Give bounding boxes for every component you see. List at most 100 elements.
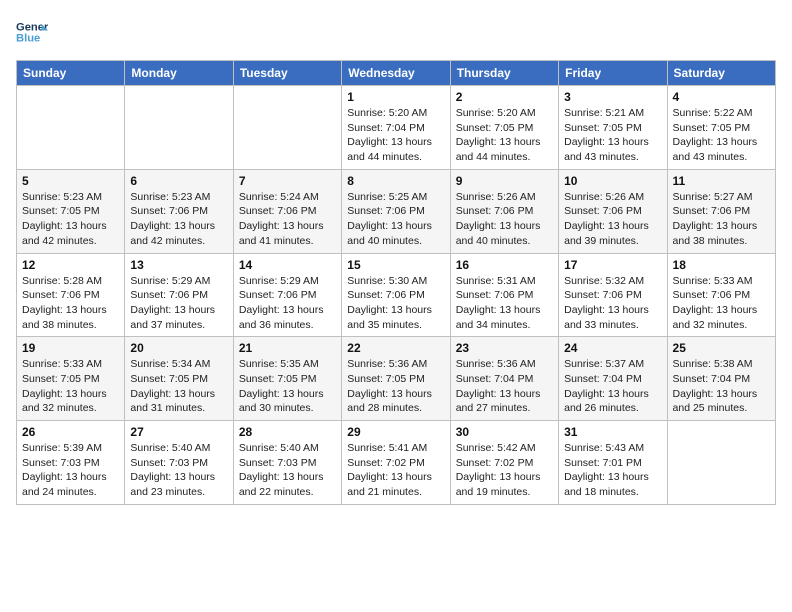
- day-info: Sunrise: 5:29 AM Sunset: 7:06 PM Dayligh…: [239, 274, 336, 333]
- day-info: Sunrise: 5:33 AM Sunset: 7:06 PM Dayligh…: [673, 274, 770, 333]
- day-info: Sunrise: 5:38 AM Sunset: 7:04 PM Dayligh…: [673, 357, 770, 416]
- day-info: Sunrise: 5:26 AM Sunset: 7:06 PM Dayligh…: [456, 190, 553, 249]
- day-number: 22: [347, 341, 444, 355]
- day-number: 2: [456, 90, 553, 104]
- day-number: 1: [347, 90, 444, 104]
- calendar-cell: [125, 86, 233, 170]
- calendar-cell: 1 Sunrise: 5:20 AM Sunset: 7:04 PM Daylig…: [342, 86, 450, 170]
- calendar-cell: 13 Sunrise: 5:29 AM Sunset: 7:06 PM Dayli…: [125, 253, 233, 337]
- day-number: 4: [673, 90, 770, 104]
- calendar-cell: 3 Sunrise: 5:21 AM Sunset: 7:05 PM Daylig…: [559, 86, 667, 170]
- calendar-cell: 20 Sunrise: 5:34 AM Sunset: 7:05 PM Dayli…: [125, 337, 233, 421]
- day-info: Sunrise: 5:29 AM Sunset: 7:06 PM Dayligh…: [130, 274, 227, 333]
- calendar-header: SundayMondayTuesdayWednesdayThursdayFrid…: [17, 61, 776, 86]
- day-info: Sunrise: 5:25 AM Sunset: 7:06 PM Dayligh…: [347, 190, 444, 249]
- day-number: 19: [22, 341, 119, 355]
- calendar-cell: [17, 86, 125, 170]
- day-number: 29: [347, 425, 444, 439]
- day-info: Sunrise: 5:36 AM Sunset: 7:05 PM Dayligh…: [347, 357, 444, 416]
- day-number: 28: [239, 425, 336, 439]
- day-number: 15: [347, 258, 444, 272]
- logo: General Blue: [16, 16, 48, 48]
- calendar-cell: 2 Sunrise: 5:20 AM Sunset: 7:05 PM Daylig…: [450, 86, 558, 170]
- header-row: SundayMondayTuesdayWednesdayThursdayFrid…: [17, 61, 776, 86]
- day-number: 16: [456, 258, 553, 272]
- day-info: Sunrise: 5:43 AM Sunset: 7:01 PM Dayligh…: [564, 441, 661, 500]
- day-number: 3: [564, 90, 661, 104]
- day-info: Sunrise: 5:20 AM Sunset: 7:05 PM Dayligh…: [456, 106, 553, 165]
- calendar-cell: 26Sunrise: 5:39 AM Sunset: 7:03 PM Dayli…: [17, 421, 125, 505]
- header-cell-wednesday: Wednesday: [342, 61, 450, 86]
- calendar-cell: 9 Sunrise: 5:26 AM Sunset: 7:06 PM Daylig…: [450, 169, 558, 253]
- header-cell-friday: Friday: [559, 61, 667, 86]
- day-number: 21: [239, 341, 336, 355]
- day-number: 25: [673, 341, 770, 355]
- day-number: 9: [456, 174, 553, 188]
- day-number: 18: [673, 258, 770, 272]
- day-number: 20: [130, 341, 227, 355]
- day-number: 26: [22, 425, 119, 439]
- day-info: Sunrise: 5:40 AM Sunset: 7:03 PM Dayligh…: [239, 441, 336, 500]
- calendar-cell: 15Sunrise: 5:30 AM Sunset: 7:06 PM Dayli…: [342, 253, 450, 337]
- day-number: 6: [130, 174, 227, 188]
- day-info: Sunrise: 5:31 AM Sunset: 7:06 PM Dayligh…: [456, 274, 553, 333]
- header-cell-monday: Monday: [125, 61, 233, 86]
- day-number: 10: [564, 174, 661, 188]
- day-info: Sunrise: 5:22 AM Sunset: 7:05 PM Dayligh…: [673, 106, 770, 165]
- day-number: 8: [347, 174, 444, 188]
- svg-text:Blue: Blue: [16, 33, 40, 45]
- day-number: 14: [239, 258, 336, 272]
- day-info: Sunrise: 5:34 AM Sunset: 7:05 PM Dayligh…: [130, 357, 227, 416]
- week-row: 26Sunrise: 5:39 AM Sunset: 7:03 PM Dayli…: [17, 421, 776, 505]
- day-info: Sunrise: 5:41 AM Sunset: 7:02 PM Dayligh…: [347, 441, 444, 500]
- day-number: 12: [22, 258, 119, 272]
- calendar-cell: 24 Sunrise: 5:37 AM Sunset: 7:04 PM Dayli…: [559, 337, 667, 421]
- calendar-cell: 27 Sunrise: 5:40 AM Sunset: 7:03 PM Dayli…: [125, 421, 233, 505]
- calendar-body: 1 Sunrise: 5:20 AM Sunset: 7:04 PM Daylig…: [17, 86, 776, 505]
- calendar-cell: 25 Sunrise: 5:38 AM Sunset: 7:04 PM Dayli…: [667, 337, 775, 421]
- day-number: 13: [130, 258, 227, 272]
- day-info: Sunrise: 5:35 AM Sunset: 7:05 PM Dayligh…: [239, 357, 336, 416]
- header-cell-tuesday: Tuesday: [233, 61, 341, 86]
- calendar-cell: 28 Sunrise: 5:40 AM Sunset: 7:03 PM Dayli…: [233, 421, 341, 505]
- calendar-cell: 18 Sunrise: 5:33 AM Sunset: 7:06 PM Dayli…: [667, 253, 775, 337]
- day-info: Sunrise: 5:36 AM Sunset: 7:04 PM Dayligh…: [456, 357, 553, 416]
- calendar-table: SundayMondayTuesdayWednesdayThursdayFrid…: [16, 60, 776, 505]
- week-row: 1 Sunrise: 5:20 AM Sunset: 7:04 PM Daylig…: [17, 86, 776, 170]
- page-header: General Blue: [16, 16, 776, 48]
- calendar-cell: 22 Sunrise: 5:36 AM Sunset: 7:05 PM Dayli…: [342, 337, 450, 421]
- calendar-cell: 23 Sunrise: 5:36 AM Sunset: 7:04 PM Dayli…: [450, 337, 558, 421]
- header-cell-sunday: Sunday: [17, 61, 125, 86]
- day-info: Sunrise: 5:21 AM Sunset: 7:05 PM Dayligh…: [564, 106, 661, 165]
- day-info: Sunrise: 5:33 AM Sunset: 7:05 PM Dayligh…: [22, 357, 119, 416]
- day-info: Sunrise: 5:23 AM Sunset: 7:06 PM Dayligh…: [130, 190, 227, 249]
- day-info: Sunrise: 5:23 AM Sunset: 7:05 PM Dayligh…: [22, 190, 119, 249]
- day-info: Sunrise: 5:32 AM Sunset: 7:06 PM Dayligh…: [564, 274, 661, 333]
- calendar-cell: 8 Sunrise: 5:25 AM Sunset: 7:06 PM Daylig…: [342, 169, 450, 253]
- calendar-cell: 10Sunrise: 5:26 AM Sunset: 7:06 PM Dayli…: [559, 169, 667, 253]
- day-info: Sunrise: 5:40 AM Sunset: 7:03 PM Dayligh…: [130, 441, 227, 500]
- calendar-cell: [233, 86, 341, 170]
- day-number: 11: [673, 174, 770, 188]
- day-info: Sunrise: 5:20 AM Sunset: 7:04 PM Dayligh…: [347, 106, 444, 165]
- day-info: Sunrise: 5:37 AM Sunset: 7:04 PM Dayligh…: [564, 357, 661, 416]
- day-number: 7: [239, 174, 336, 188]
- day-number: 24: [564, 341, 661, 355]
- calendar-cell: 17Sunrise: 5:32 AM Sunset: 7:06 PM Dayli…: [559, 253, 667, 337]
- week-row: 5Sunrise: 5:23 AM Sunset: 7:05 PM Daylig…: [17, 169, 776, 253]
- day-number: 27: [130, 425, 227, 439]
- calendar-cell: 6 Sunrise: 5:23 AM Sunset: 7:06 PM Daylig…: [125, 169, 233, 253]
- calendar-cell: 21 Sunrise: 5:35 AM Sunset: 7:05 PM Dayli…: [233, 337, 341, 421]
- day-info: Sunrise: 5:24 AM Sunset: 7:06 PM Dayligh…: [239, 190, 336, 249]
- week-row: 12Sunrise: 5:28 AM Sunset: 7:06 PM Dayli…: [17, 253, 776, 337]
- day-number: 30: [456, 425, 553, 439]
- day-number: 23: [456, 341, 553, 355]
- calendar-cell: 5Sunrise: 5:23 AM Sunset: 7:05 PM Daylig…: [17, 169, 125, 253]
- header-cell-thursday: Thursday: [450, 61, 558, 86]
- calendar-cell: 11Sunrise: 5:27 AM Sunset: 7:06 PM Dayli…: [667, 169, 775, 253]
- day-info: Sunrise: 5:42 AM Sunset: 7:02 PM Dayligh…: [456, 441, 553, 500]
- calendar-cell: 4 Sunrise: 5:22 AM Sunset: 7:05 PM Daylig…: [667, 86, 775, 170]
- calendar-cell: 30 Sunrise: 5:42 AM Sunset: 7:02 PM Dayli…: [450, 421, 558, 505]
- calendar-cell: 7 Sunrise: 5:24 AM Sunset: 7:06 PM Daylig…: [233, 169, 341, 253]
- calendar-cell: 14 Sunrise: 5:29 AM Sunset: 7:06 PM Dayli…: [233, 253, 341, 337]
